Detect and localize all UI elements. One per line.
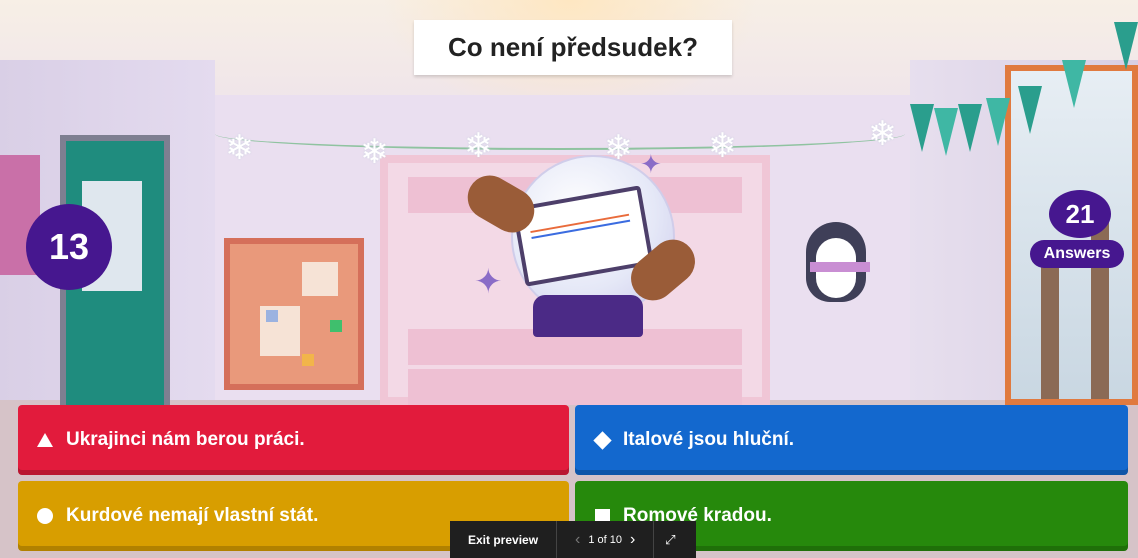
board-stripe (408, 369, 742, 405)
answer-text: Italové jsou hluční. (623, 429, 795, 450)
pin (266, 310, 278, 322)
snowflake-icon: ❄ (708, 126, 737, 166)
circle-icon (34, 505, 56, 527)
answer-text: Kurdové nemají vlastní stát. (66, 505, 319, 526)
bunting-flag (910, 104, 934, 152)
sticky-note (302, 262, 338, 296)
snowflake-icon: ❄ (360, 132, 389, 172)
tree (1041, 259, 1059, 399)
pager: ‹ 1 of 10 › (557, 521, 655, 558)
page-indicator: 1 of 10 (588, 533, 622, 546)
chevron-right-icon[interactable]: › (622, 531, 643, 549)
bunting-flag (934, 108, 958, 156)
bunting-flag (1062, 60, 1086, 108)
question-title: Co není předsudek? (448, 32, 698, 62)
bunting-flag (1114, 22, 1138, 70)
answer-option-diamond[interactable]: Italové jsou hluční. (575, 405, 1128, 475)
countdown-timer: 13 (26, 204, 112, 290)
crystal-ball-base (533, 295, 643, 337)
chevron-left-icon[interactable]: ‹ (567, 531, 588, 549)
snowflake-icon: ❄ (868, 114, 897, 154)
pin (302, 354, 314, 366)
snowflake-icon: ❄ (464, 126, 493, 166)
expand-icon[interactable]: ⤢ (654, 521, 686, 558)
exit-preview-button[interactable]: Exit preview (450, 521, 558, 558)
corkboard (224, 238, 364, 390)
question-box: Co není předsudek? (414, 20, 732, 75)
diamond-icon (591, 429, 613, 451)
garland (215, 118, 905, 150)
penguin-scarf (810, 262, 870, 272)
answer-text: Ukrajinci nám berou práci. (66, 429, 305, 450)
snowflake-icon: ❄ (225, 128, 254, 168)
bunting-flag (958, 104, 982, 152)
sparkle-icon: ✦ (474, 262, 503, 302)
bunting-flag (1018, 86, 1042, 134)
sparkle-icon: ✦ (640, 150, 662, 180)
triangle-icon (34, 429, 56, 451)
answers-label: Answers (1030, 240, 1124, 268)
pin (330, 320, 342, 332)
answer-option-triangle[interactable]: Ukrajinci nám berou práci. (18, 405, 569, 475)
bunting-flag (986, 98, 1010, 146)
answers-count: 21 (1049, 190, 1111, 238)
preview-toolbar: Exit preview ‹ 1 of 10 › ⤢ (450, 521, 696, 558)
